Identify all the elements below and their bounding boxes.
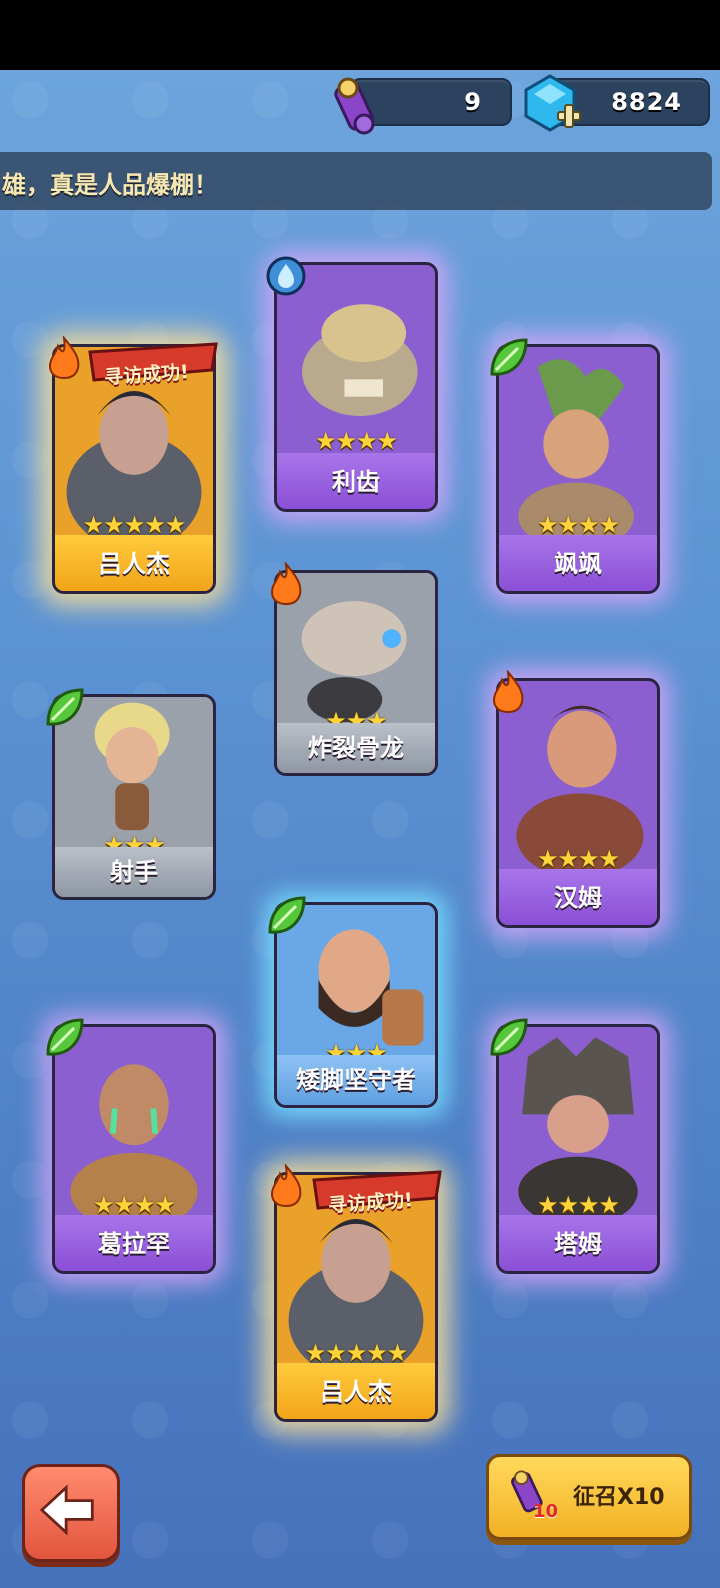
card-frame: ★★★★ 汉姆 [496, 678, 660, 928]
water-element-icon [266, 256, 306, 296]
card-frame: ★★★★ 飒飒 [496, 344, 660, 594]
recruit-x10-button[interactable]: 10 征召X10 [486, 1454, 692, 1540]
fire-element-icon [48, 336, 80, 380]
card-frame: ★★★★ 葛拉罕 [52, 1024, 216, 1274]
blue-gem-plus-icon[interactable] [522, 72, 582, 136]
hero-name: 炸裂骨龙 [277, 723, 435, 773]
hero-name: 汉姆 [499, 869, 657, 925]
hero-name: 塔姆 [499, 1215, 657, 1271]
hero-name: 葛拉罕 [55, 1215, 213, 1271]
leaf-element-icon [490, 1018, 528, 1056]
fire-element-icon [270, 1164, 302, 1208]
hero-name: 飒飒 [499, 535, 657, 591]
fire-element-icon [492, 670, 524, 714]
arrow-left-icon [39, 1484, 94, 1536]
hero-name: 射手 [55, 847, 213, 897]
recruit-label: 征召X10 [573, 1485, 665, 1510]
hero-name: 矮脚坚守者 [277, 1055, 435, 1105]
leaf-element-icon [268, 896, 306, 934]
banner-text: 雄，真是人品爆棚！ [2, 171, 218, 199]
leaf-element-icon [46, 1018, 84, 1056]
hero-card[interactable]: ★★★★ 塔姆 [490, 1018, 660, 1274]
scroll-count: 9 [464, 88, 482, 116]
hero-card[interactable]: ★★★ 炸裂骨龙 [270, 562, 438, 776]
star-rating: ★★★★ [314, 427, 398, 455]
hero-name: 吕人杰 [55, 535, 213, 591]
status-bar [0, 0, 720, 70]
hero-name: 利齿 [277, 453, 435, 509]
hero-card[interactable]: ★★★★ 汉姆 [492, 670, 660, 928]
leaf-element-icon [490, 338, 528, 376]
hero-card[interactable]: ★★★ 射手 [46, 688, 216, 900]
back-button[interactable] [22, 1464, 120, 1562]
announcement-banner: 雄，真是人品爆棚！ [0, 152, 712, 210]
leaf-element-icon [46, 688, 84, 726]
recruit-count-badge: 10 [533, 1501, 559, 1522]
card-frame: ★★★★ 塔姆 [496, 1024, 660, 1274]
hero-card[interactable]: ★★★★ 葛拉罕 [46, 1018, 216, 1274]
card-frame: ★★★★ 利齿 [274, 262, 438, 512]
recruit-scroll-icon[interactable] [330, 74, 382, 136]
hero-card[interactable]: ★★★★ 利齿 [266, 256, 438, 512]
hero-name: 吕人杰 [277, 1363, 435, 1419]
hero-card[interactable]: ★★★ 矮脚坚守者 [268, 896, 438, 1108]
fire-element-icon [270, 562, 302, 606]
gem-count: 8824 [611, 88, 682, 116]
hero-card[interactable]: ★★★★ 飒飒 [490, 338, 660, 594]
